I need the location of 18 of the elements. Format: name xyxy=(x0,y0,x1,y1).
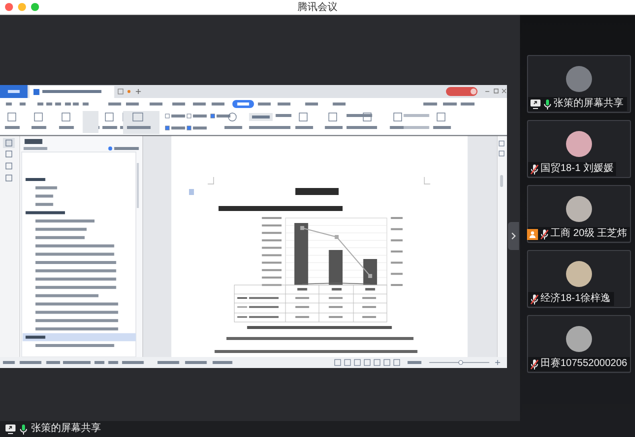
participant-name: 田赛107552000206 xyxy=(540,358,628,370)
collapse-panel-button[interactable] xyxy=(508,222,519,250)
avatar xyxy=(566,261,592,287)
screen-share-icon xyxy=(5,424,16,434)
minimize-button[interactable] xyxy=(18,3,26,11)
avatar xyxy=(566,66,592,92)
screen-share-label: 张策的屏幕共享 xyxy=(31,423,101,435)
close-button[interactable] xyxy=(5,3,13,11)
participant-name: 工商 20级 王芝炜 xyxy=(550,228,628,240)
participant-name: 国贸18-1 刘媛媛 xyxy=(540,163,614,175)
window-title: 腾讯会议 xyxy=(298,2,338,12)
participant-name: 经济18-1徐梓逸 xyxy=(540,293,611,305)
avatar xyxy=(566,131,592,157)
chevron-right-icon xyxy=(511,232,516,240)
zoom-button[interactable] xyxy=(31,3,39,11)
avatar xyxy=(566,326,592,352)
participant-name: 张策的屏幕共享 xyxy=(554,98,624,110)
avatar xyxy=(566,196,592,222)
